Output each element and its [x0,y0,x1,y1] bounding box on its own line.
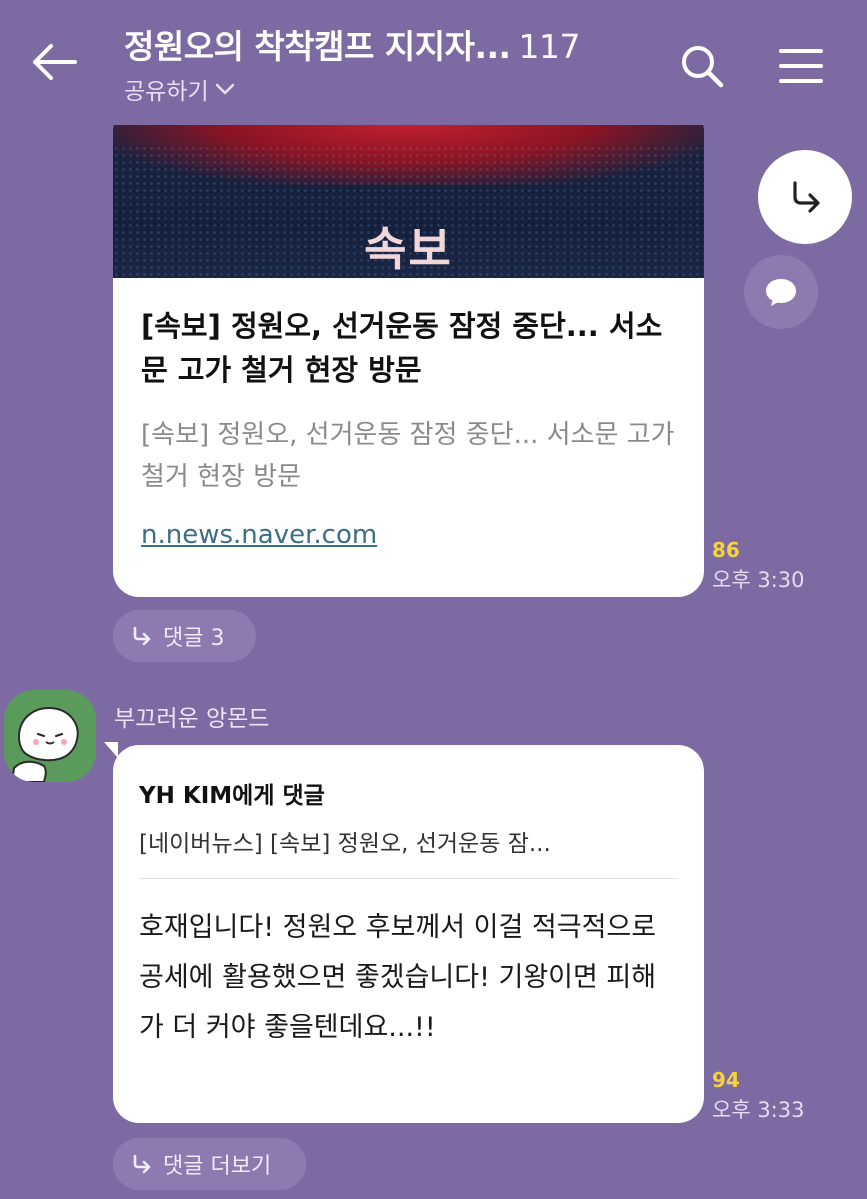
reply-to-label: YH KIM에게 댓글 [139,783,325,809]
chat-title-text: 정원오의 착착캠프 지지자... [124,27,511,66]
news-title: [속보] 정원오, 선거운동 잠정 중단... 서소문 고가 철거 현장 방문 [141,309,663,387]
message2-meta: 94 오후 3:33 [712,1068,804,1124]
chat-header: 정원오의 착착캠프 지지자... 117 공유하기 [0,0,867,125]
more-replies-button[interactable]: 댓글 더보기 [113,1138,306,1190]
back-arrow-icon [33,44,77,80]
thumbnail-text: 속보 [364,222,453,276]
message-time: 오후 3:30 [712,568,805,592]
replies-label: 댓글 3 [163,626,225,651]
message-text: 호재입니다! 정원오 후보께서 이걸 적극적으로 공세에 활용했으면 좋겠습니다… [139,912,657,1043]
reply-arrow-icon [133,1154,151,1174]
avatar[interactable] [4,690,96,782]
share-label: 공유하기 [124,79,209,105]
comment-button[interactable] [744,255,818,329]
reply-arrow-icon [133,626,151,646]
forward-icon [793,181,820,213]
menu-button[interactable] [770,36,832,96]
menu-icon [779,49,823,83]
unread-count: 86 [712,538,740,562]
reply-message-bubble[interactable]: YH KIM에게 댓글 [네이버뉴스] [속보] 정원오, 선거운동 잠... … [113,745,704,1123]
more-replies-label: 댓글 더보기 [163,1154,272,1179]
message1-meta: 86 오후 3:30 [712,538,804,594]
news-thumbnail: 속보 [113,105,704,278]
divider [139,878,678,879]
chevron-down-icon [215,83,234,95]
search-button[interactable] [672,36,732,96]
unread-count: 94 [712,1068,740,1092]
message-time: 오후 3:33 [712,1098,805,1122]
news-link[interactable]: n.news.naver.com [141,520,377,550]
quoted-message[interactable]: [네이버뉴스] [속보] 정원오, 선거운동 잠... [139,824,678,858]
sender-name[interactable]: 부끄러운 앙몬드 [114,699,269,733]
news-description: [속보] 정원오, 선거운동 잠정 중단... 서소문 고가 철거 현장 방문 [141,420,675,492]
share-dropdown[interactable]: 공유하기 [124,72,235,106]
back-button[interactable] [26,34,82,90]
news-card-body: [속보] 정원오, 선거운동 잠정 중단... 서소문 고가 철거 현장 방문 … [113,278,704,550]
forward-button[interactable] [758,150,852,244]
chat-title: 정원오의 착착캠프 지지자... 117 [124,20,581,68]
search-icon [682,46,724,88]
character-avatar-icon [10,707,79,782]
speech-bubble-icon [766,279,796,306]
replies-button[interactable]: 댓글 3 [113,610,256,662]
news-link-card[interactable]: 속보 [속보] 정원오, 선거운동 잠정 중단... 서소문 고가 철거 현장 … [113,105,704,597]
member-count: 117 [518,27,581,66]
